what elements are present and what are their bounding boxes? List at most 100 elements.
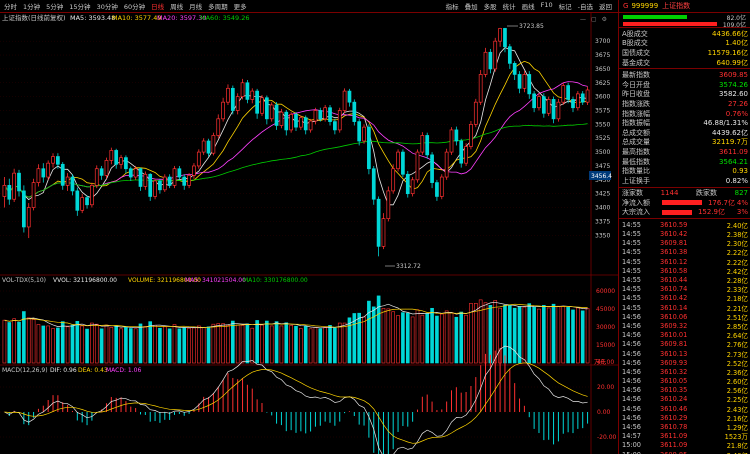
candle-body bbox=[493, 40, 498, 70]
volume-bar bbox=[323, 327, 327, 364]
tab-timeframe-7[interactable]: 周线 bbox=[170, 1, 183, 11]
tab-timeframe-4[interactable]: 30分钟 bbox=[97, 1, 118, 11]
tool-button-5[interactable]: F10 bbox=[541, 1, 553, 11]
volume-bar bbox=[80, 325, 84, 364]
tool-button-6[interactable]: 标记 bbox=[559, 1, 572, 11]
turnover-row-3-label: 基金成交 bbox=[622, 58, 650, 67]
macd-tick-label: 20.00 bbox=[597, 384, 614, 391]
volume-bar bbox=[444, 310, 449, 364]
candle-body bbox=[245, 82, 250, 100]
tick-amount: 2.40亿 bbox=[727, 450, 748, 454]
volume-bar bbox=[245, 323, 250, 364]
ma10-label: MA10: 3577.49 bbox=[112, 14, 161, 22]
tool-button-3[interactable]: 统计 bbox=[503, 1, 516, 11]
candle-body bbox=[469, 124, 473, 147]
candle-body bbox=[566, 85, 570, 100]
tab-timeframe-1[interactable]: 1分钟 bbox=[23, 1, 40, 11]
candle-body bbox=[328, 107, 332, 122]
volume-bar bbox=[75, 321, 80, 364]
candle-body bbox=[211, 135, 216, 154]
candle-body bbox=[415, 151, 420, 181]
candle-body bbox=[483, 51, 488, 75]
volume-bar bbox=[551, 303, 556, 364]
candle-body bbox=[299, 117, 303, 128]
volume-bar bbox=[376, 295, 381, 364]
group-tag: G bbox=[623, 2, 629, 10]
candle-body bbox=[158, 180, 162, 191]
tick-list[interactable]: 14:55 3610.59 2.40亿 14:55 3610.42 2.38亿 14:55 3… bbox=[619, 218, 750, 454]
candle-body bbox=[405, 173, 410, 195]
volume-bar bbox=[478, 299, 483, 364]
tick-time: 14:55 bbox=[622, 220, 642, 229]
index-name-label: 上证指数(日线前复权) bbox=[2, 13, 66, 22]
candle-body bbox=[303, 117, 308, 131]
turnover-row-0: A股成交 4436.66亿 bbox=[619, 29, 750, 39]
candle-body bbox=[401, 151, 405, 175]
volume-bar bbox=[240, 325, 245, 364]
tool-button-8[interactable]: 返回 bbox=[599, 1, 612, 11]
candle-body bbox=[371, 168, 376, 200]
macd-title-label: MACD(12,26,9) bbox=[2, 367, 48, 374]
price-tick-label: 3625 bbox=[595, 80, 610, 87]
tick-time: 14:56 bbox=[622, 395, 642, 404]
stat-row-1-label: 今日开盘 bbox=[622, 80, 650, 89]
volume-bar bbox=[177, 328, 182, 364]
tick-time: 14:55 bbox=[622, 239, 642, 248]
index-name: 上证指数 bbox=[662, 2, 691, 10]
tab-timeframe-9[interactable]: 多周期 bbox=[208, 1, 228, 11]
volume-bar bbox=[503, 305, 507, 364]
volume-bar bbox=[221, 323, 225, 364]
volume-bar bbox=[430, 307, 434, 364]
tick-time: 14:56 bbox=[622, 340, 642, 349]
stat-row-8: 最高指数 3611.09 bbox=[619, 147, 750, 157]
tab-timeframe-2[interactable]: 5分钟 bbox=[46, 1, 63, 11]
turnover-row-3-value: 640.99亿 bbox=[716, 58, 749, 67]
candle-body bbox=[216, 118, 221, 136]
stat-row-2: 昨日收盘 3582.60 bbox=[619, 90, 750, 100]
up-count: 1144 bbox=[660, 189, 679, 198]
tab-timeframe-5[interactable]: 60分钟 bbox=[124, 1, 145, 11]
volume-bar bbox=[347, 317, 352, 364]
volume-bar bbox=[162, 326, 167, 364]
timeframe-tabs: 分时 1分钟 5分钟 15分钟 30分钟 60分钟 日线 周线 月线 多周期 更多 bbox=[0, 1, 253, 11]
vvol-label: VVOL: 321196800.00 bbox=[53, 277, 117, 284]
tab-timeframe-6[interactable]: 日线 bbox=[151, 1, 164, 11]
breadth-section: 涨家数 1144 跌家数 827 净流入额 176.7亿 4% 大宗流入 152.9亿 3… bbox=[619, 186, 750, 219]
tab-timeframe-3[interactable]: 15分钟 bbox=[69, 1, 90, 11]
tool-button-2[interactable]: 多股 bbox=[484, 1, 497, 11]
flow-row-0: 净流入额 176.7亿 4% bbox=[619, 198, 750, 208]
volume-bar bbox=[36, 324, 41, 364]
tool-button-4[interactable]: 画线 bbox=[522, 1, 535, 11]
tab-timeframe-0[interactable]: 分时 bbox=[4, 1, 17, 11]
candle-body bbox=[99, 168, 104, 176]
volume-bar bbox=[158, 327, 162, 364]
volume-bar bbox=[133, 328, 138, 364]
volume-bar bbox=[294, 325, 298, 364]
volume-bar bbox=[206, 326, 211, 364]
tool-button-7[interactable]: -自选 bbox=[578, 1, 593, 11]
tool-button-0[interactable]: 指标 bbox=[446, 1, 459, 11]
tick-price: 3610.42 bbox=[660, 294, 688, 303]
volume-bar bbox=[269, 325, 274, 364]
tick-price: 3610.32 bbox=[660, 367, 688, 376]
volume-bar bbox=[12, 318, 16, 364]
candle-body bbox=[22, 190, 26, 228]
stat-row-11-label: 上证换手 bbox=[622, 176, 650, 185]
candle-body bbox=[255, 90, 259, 114]
tab-timeframe-10[interactable]: 更多 bbox=[234, 1, 247, 11]
tick-price: 3610.58 bbox=[660, 266, 688, 275]
volume-bar bbox=[415, 309, 420, 364]
volume-bar bbox=[313, 327, 318, 364]
kline-chart[interactable]: 3700 3675 3650 3625 3600 3575 3550 3525 3500 3475… bbox=[0, 13, 618, 454]
turnover-row-0-value: 4436.66亿 bbox=[712, 29, 748, 38]
candle-body bbox=[12, 172, 17, 200]
candle-body bbox=[410, 179, 415, 195]
tool-button-1[interactable]: 叠加 bbox=[465, 1, 478, 11]
tab-timeframe-8[interactable]: 月线 bbox=[189, 1, 202, 11]
volume-bar bbox=[546, 307, 551, 364]
flow-row-1: 大宗流入 152.9亿 3% bbox=[619, 208, 750, 218]
candle-body bbox=[31, 182, 36, 208]
tick-price: 3610.01 bbox=[660, 331, 688, 340]
candle-body bbox=[90, 185, 94, 206]
candle-body bbox=[201, 140, 206, 153]
